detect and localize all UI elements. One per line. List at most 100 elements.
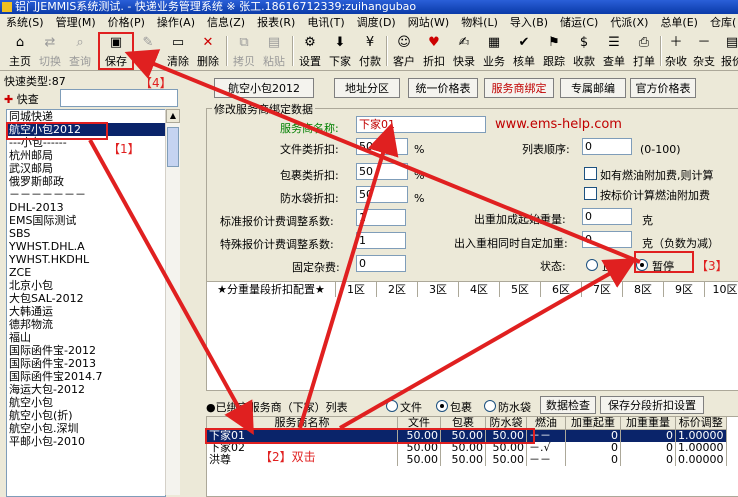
list-item[interactable]: 杭州邮局 [7, 149, 165, 162]
list-item[interactable]: 国际函件宝-2012 [7, 344, 165, 357]
list-item[interactable]: 平邮小包-2010 [7, 435, 165, 448]
list-item[interactable]: SBS [7, 227, 165, 240]
receive-button[interactable]: $ 收款 [570, 34, 598, 68]
file-discount-field[interactable]: 50 [356, 138, 408, 155]
discount-button[interactable]: ♥ 折扣 [420, 34, 448, 68]
website-text: www.ems-help.com [495, 117, 622, 132]
file-radio[interactable] [386, 400, 398, 412]
list-item[interactable]: 国际函件宝-2013 [7, 357, 165, 370]
menu-warehouse[interactable]: 仓库( [704, 14, 738, 32]
copy-button[interactable]: ⧉ 拷贝 [230, 34, 258, 68]
scroll-thumb[interactable] [167, 127, 179, 167]
status-normal-radio[interactable] [586, 259, 598, 271]
list-item[interactable]: 福山 [7, 331, 165, 344]
col-extra-start[interactable]: 加重起重 [565, 417, 621, 430]
list-item[interactable]: 德邦物流 [7, 318, 165, 331]
customer-button[interactable]: ☺ 客户 [390, 34, 418, 68]
menu-delivery[interactable]: 代派(X) [604, 14, 654, 32]
fuel-price-checkbox[interactable] [584, 187, 597, 200]
edit-button[interactable]: ✎ 修 [134, 34, 162, 68]
misc-expense-button[interactable]: －杂支 [690, 34, 718, 68]
delete-button[interactable]: ✕ 删除 [194, 34, 222, 68]
list-scrollbar[interactable]: ▲ [165, 109, 180, 495]
query-button[interactable]: ⌕ 查询 [66, 34, 94, 68]
discount-icon: ♥ [428, 35, 440, 50]
tab-exclusive-postcode[interactable]: 专属邮编 [560, 78, 626, 98]
inout-weight-field[interactable]: 0 [582, 231, 632, 248]
list-item[interactable]: 大韩通运 [7, 305, 165, 318]
tab-official-price[interactable]: 官方价格表 [630, 78, 696, 98]
business-button[interactable]: ▦ 业务 [480, 34, 508, 68]
list-item[interactable]: 大包SAL-2012 [7, 292, 165, 305]
bag-discount-field[interactable]: 50 [356, 186, 408, 203]
menu-system[interactable]: 系统(S) [0, 14, 50, 32]
list-item[interactable]: 国际函件宝2014.7 [7, 370, 165, 383]
list-item[interactable]: 俄罗斯邮政 [7, 175, 165, 188]
list-item[interactable]: YWHST.HKDHL [7, 253, 165, 266]
menu-import[interactable]: 导入(B) [504, 14, 554, 32]
list-item[interactable]: 航空小包 [7, 396, 165, 409]
package-radio[interactable] [436, 400, 448, 412]
scroll-up-icon[interactable]: ▲ [166, 109, 180, 123]
list-order-field[interactable]: 0 [582, 138, 632, 155]
settings-button[interactable]: ⚙ 设置 [296, 34, 324, 68]
menu-info[interactable]: 信息(Z) [201, 14, 251, 32]
fuel-surcharge-checkbox[interactable] [584, 167, 597, 180]
clear-button[interactable]: ▭ 清除 [164, 34, 192, 68]
price-type-list[interactable]: 同城快递 航空小包2012 ---小包------ 杭州邮局 武汉邮局 俄罗斯邮… [6, 109, 166, 497]
list-item[interactable]: 北京小包 [7, 279, 165, 292]
tab-unified-price[interactable]: 统一价格表 [408, 78, 478, 98]
quote-button[interactable]: ▤报价 [718, 34, 738, 68]
save-zone-discount-button[interactable]: 保存分段折扣设置 [600, 396, 704, 414]
quick-search-input[interactable] [60, 89, 178, 107]
menu-website[interactable]: 网站(W) [402, 14, 455, 32]
tab-airmail-2012[interactable]: 航空小包2012 [214, 78, 314, 98]
menu-price[interactable]: 价格(P) [102, 14, 151, 32]
menu-storage[interactable]: 储运(C) [554, 14, 604, 32]
track-button[interactable]: ⚑ 跟踪 [540, 34, 568, 68]
menu-report[interactable]: 报表(R) [251, 14, 301, 32]
menu-operate[interactable]: 操作(A) [151, 14, 201, 32]
business-icon: ▦ [487, 35, 501, 50]
package-discount-field[interactable]: 50 [356, 163, 408, 180]
home-button[interactable]: ⌂ 主页 [6, 34, 34, 68]
list-item[interactable]: 航空小包(折) [7, 409, 165, 422]
menu-master[interactable]: 总单(E) [654, 14, 704, 32]
menu-dispatch[interactable]: 调度(D) [351, 14, 402, 32]
list-item[interactable]: 海运大包-2012 [7, 383, 165, 396]
col-extra-weight[interactable]: 加重重量 [620, 417, 676, 430]
menu-telecom[interactable]: 电讯(T) [301, 14, 350, 32]
provider-name-field[interactable]: 下家01 [356, 116, 486, 133]
data-check-button[interactable]: 数据检查 [540, 396, 596, 414]
paste-button[interactable]: ▤ 粘贴 [260, 34, 288, 68]
list-item[interactable]: DHL-2013 [7, 201, 165, 214]
payment-button[interactable]: ¥ 付款 [356, 34, 384, 68]
overweight-label: 出重加成起始重量: [474, 213, 566, 226]
menu-manage[interactable]: 管理(M) [50, 14, 102, 32]
list-item[interactable]: 武汉邮局 [7, 162, 165, 175]
list-item[interactable]: ZCE [7, 266, 165, 279]
print-order-button[interactable]: ⎙ 打单 [630, 34, 658, 68]
zone-discount-grid[interactable] [206, 297, 738, 391]
tab-address-zone[interactable]: 地址分区 [334, 78, 400, 98]
list-item[interactable]: －－－－－－－ [7, 188, 165, 201]
std-coefficient-field[interactable]: 1 [356, 209, 406, 226]
annotation-2: 【2】双击 [260, 450, 316, 464]
verify-button[interactable]: ✔ 核单 [510, 34, 538, 68]
overweight-field[interactable]: 0 [582, 208, 632, 225]
fixed-fee-field[interactable]: 0 [356, 255, 406, 272]
downstream-button[interactable]: ⬇ 下家 [326, 34, 354, 68]
switch-button[interactable]: ⇄ 切换 [36, 34, 64, 68]
print-icon: ⎙ [638, 35, 650, 50]
list-item[interactable]: 航空小包.深圳 [7, 422, 165, 435]
bag-radio[interactable] [484, 400, 496, 412]
list-item[interactable]: EMS国际测试 [7, 214, 165, 227]
misc-income-button[interactable]: ＋杂收 [662, 34, 690, 68]
menu-material[interactable]: 物料(L) [455, 14, 504, 32]
list-item[interactable]: YWHST.DHL.A [7, 240, 165, 253]
col-price-adjust[interactable]: 标价调整 [675, 417, 727, 430]
check-order-button[interactable]: ☰ 查单 [600, 34, 628, 68]
spec-coefficient-field[interactable]: 1 [356, 232, 406, 249]
quick-entry-button[interactable]: ✍ 快录 [450, 34, 478, 68]
tab-provider-binding[interactable]: 服务商绑定 [484, 78, 554, 98]
